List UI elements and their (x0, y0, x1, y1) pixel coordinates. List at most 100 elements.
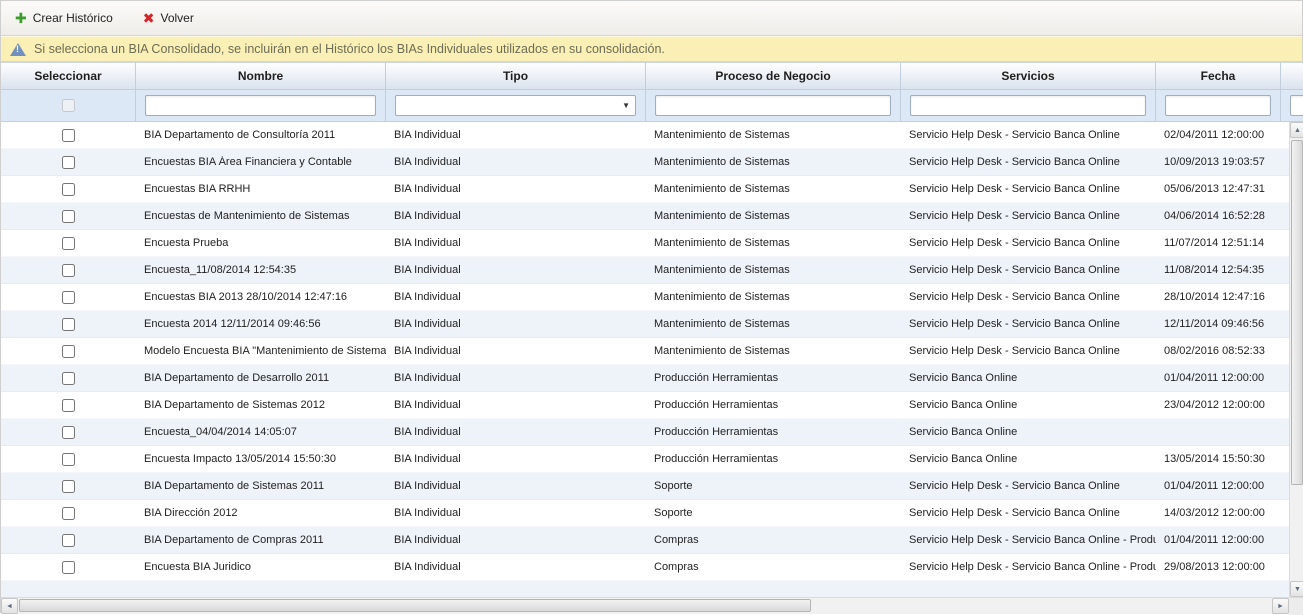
table-row[interactable]: Encuesta_11/08/2014 12:54:35 BIA Individ… (1, 257, 1289, 284)
bia-table: Seleccionar Nombre Tipo Proceso de Negoc… (1, 62, 1303, 614)
scroll-left-icon[interactable]: ◄ (1, 598, 18, 614)
column-header-proceso[interactable]: Proceso de Negocio (646, 62, 901, 90)
row-checkbox[interactable] (62, 399, 75, 412)
row-checkbox[interactable] (62, 318, 75, 331)
row-checkbox[interactable] (62, 345, 75, 358)
cell-fecha: 08/02/2016 08:52:33 (1156, 345, 1281, 357)
filter-input-extra[interactable] (1290, 95, 1303, 116)
row-checkbox[interactable] (62, 237, 75, 250)
filter-cell-tipo: ▼ (386, 90, 646, 122)
filter-input-nombre[interactable] (145, 95, 376, 116)
row-checkbox[interactable] (62, 426, 75, 439)
warning-banner: ! Si selecciona un BIA Consolidado, se i… (1, 36, 1302, 62)
row-checkbox[interactable] (62, 480, 75, 493)
cell-nombre: Encuesta_11/08/2014 12:54:35 (136, 264, 386, 276)
cell-servicios: Servicio Help Desk - Servicio Banca Onli… (901, 183, 1156, 195)
cell-nombre: BIA Departamento de Sistemas 2012 (136, 399, 386, 411)
row-select-cell (1, 561, 136, 574)
scrollbar-corner (1289, 598, 1303, 615)
filter-input-servicios[interactable] (910, 95, 1146, 116)
table-row[interactable]: Encuesta Prueba BIA Individual Mantenimi… (1, 230, 1289, 257)
cell-tipo: BIA Individual (386, 183, 646, 195)
row-checkbox[interactable] (62, 291, 75, 304)
column-header-seleccionar[interactable]: Seleccionar (1, 62, 136, 90)
table-row[interactable]: Encuesta BIA Juridico BIA Individual Com… (1, 554, 1289, 581)
volver-button[interactable]: ✖ Volver (139, 8, 198, 28)
table-row[interactable]: Encuesta Impacto 13/05/2014 15:50:30 BIA… (1, 446, 1289, 473)
create-historico-label: Crear Histórico (33, 11, 113, 25)
table-row[interactable]: Encuesta_04/04/2014 14:05:07 BIA Individ… (1, 419, 1289, 446)
row-checkbox[interactable] (62, 156, 75, 169)
table-row[interactable]: Encuestas BIA 2013 28/10/2014 12:47:16 B… (1, 284, 1289, 311)
row-select-cell (1, 345, 136, 358)
row-checkbox[interactable] (62, 129, 75, 142)
cell-servicios: Servicio Help Desk - Servicio Banca Onli… (901, 264, 1156, 276)
cell-proceso: Soporte (646, 480, 901, 492)
select-all-checkbox[interactable] (62, 99, 75, 112)
cell-servicios: Servicio Help Desk - Servicio Banca Onli… (901, 156, 1156, 168)
cell-tipo: BIA Individual (386, 237, 646, 249)
cell-tipo: BIA Individual (386, 264, 646, 276)
table-row[interactable]: Encuestas BIA Área Financiera y Contable… (1, 149, 1289, 176)
cell-nombre: Encuestas BIA Área Financiera y Contable (136, 156, 386, 168)
chevron-down-icon: ▼ (622, 101, 630, 110)
table-row[interactable]: BIA Departamento de Sistemas 2012 BIA In… (1, 392, 1289, 419)
cell-servicios: Servicio Help Desk - Servicio Banca Onli… (901, 237, 1156, 249)
table-row[interactable]: Modelo Encuesta BIA "Mantenimiento de Si… (1, 338, 1289, 365)
filter-select-tipo[interactable]: ▼ (395, 95, 636, 116)
row-checkbox[interactable] (62, 183, 75, 196)
horizontal-scrollbar[interactable]: ◄ ► (1, 597, 1303, 614)
scroll-right-icon[interactable]: ► (1272, 598, 1289, 614)
cell-proceso: Producción Herramientas (646, 372, 901, 384)
filter-cell-fecha (1156, 90, 1281, 122)
table-row[interactable]: BIA Departamento de Compras 2011 BIA Ind… (1, 527, 1289, 554)
vertical-scroll-thumb[interactable] (1291, 140, 1303, 485)
row-select-cell (1, 237, 136, 250)
table-row[interactable]: BIA Departamento de Consultoría 2011 BIA… (1, 122, 1289, 149)
scroll-up-icon[interactable]: ▲ (1290, 122, 1303, 138)
cell-servicios: Servicio Help Desk - Servicio Banca Onli… (901, 507, 1156, 519)
row-select-cell (1, 399, 136, 412)
row-checkbox[interactable] (62, 210, 75, 223)
column-header-fecha[interactable]: Fecha (1156, 62, 1281, 90)
table-row[interactable]: Encuestas BIA RRHH BIA Individual Manten… (1, 176, 1289, 203)
filter-input-fecha[interactable] (1165, 95, 1271, 116)
cell-fecha: 28/10/2014 12:47:16 (1156, 291, 1281, 303)
column-header-extra (1281, 62, 1303, 90)
table-row[interactable]: Encuestas de Mantenimiento de Sistemas B… (1, 203, 1289, 230)
plus-icon: ✚ (15, 11, 27, 25)
cell-nombre: Modelo Encuesta BIA "Mantenimiento de Si… (136, 345, 386, 357)
table-filter-row: ▼ (1, 90, 1303, 122)
column-header-tipo[interactable]: Tipo (386, 62, 646, 90)
row-checkbox[interactable] (62, 507, 75, 520)
filter-cell-extra (1281, 90, 1303, 122)
row-checkbox[interactable] (62, 453, 75, 466)
cell-fecha: 02/04/2011 12:00:00 (1156, 129, 1281, 141)
scroll-down-icon[interactable]: ▼ (1290, 581, 1303, 597)
cell-nombre: Encuesta_04/04/2014 14:05:07 (136, 426, 386, 438)
create-historico-button[interactable]: ✚ Crear Histórico (11, 8, 117, 28)
cell-tipo: BIA Individual (386, 372, 646, 384)
row-select-cell (1, 372, 136, 385)
cell-proceso: Producción Herramientas (646, 453, 901, 465)
row-checkbox[interactable] (62, 372, 75, 385)
table-row[interactable]: BIA Dirección 2012 BIA Individual Soport… (1, 500, 1289, 527)
close-icon: ✖ (143, 11, 155, 25)
cell-nombre: BIA Departamento de Compras 2011 (136, 534, 386, 546)
table-body: BIA Departamento de Consultoría 2011 BIA… (1, 122, 1289, 597)
filter-cell-nombre (136, 90, 386, 122)
filter-input-proceso[interactable] (655, 95, 891, 116)
row-checkbox[interactable] (62, 534, 75, 547)
table-row[interactable]: BIA Departamento de Sistemas 2011 BIA In… (1, 473, 1289, 500)
cell-tipo: BIA Individual (386, 210, 646, 222)
cell-tipo: BIA Individual (386, 453, 646, 465)
row-checkbox[interactable] (62, 561, 75, 574)
horizontal-scroll-thumb[interactable] (19, 599, 811, 612)
table-row[interactable]: BIA Departamento de Desarrollo 2011 BIA … (1, 365, 1289, 392)
row-checkbox[interactable] (62, 264, 75, 277)
table-row[interactable]: Encuesta 2014 12/11/2014 09:46:56 BIA In… (1, 311, 1289, 338)
vertical-scrollbar[interactable]: ▲ ▼ (1289, 122, 1303, 597)
cell-proceso: Mantenimiento de Sistemas (646, 237, 901, 249)
column-header-servicios[interactable]: Servicios (901, 62, 1156, 90)
column-header-nombre[interactable]: Nombre (136, 62, 386, 90)
